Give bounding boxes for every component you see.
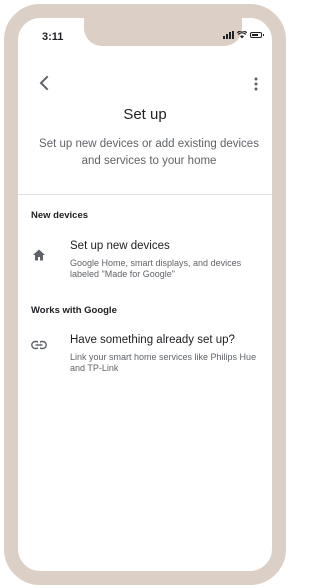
status-time: 3:11: [42, 31, 64, 43]
home-icon: [33, 249, 45, 261]
wifi-icon: [237, 31, 247, 39]
item-description: Link your smart home services like Phili…: [70, 352, 257, 373]
battery-icon: [250, 32, 264, 38]
back-arrow-icon[interactable]: [34, 73, 54, 93]
status-icons: [223, 31, 264, 39]
home-indicator: [104, 571, 202, 574]
signal-icon: [223, 31, 234, 39]
section-header-new-devices: New devices: [31, 210, 89, 221]
item-title: Set up new devices: [70, 240, 170, 252]
link-existing-services-item[interactable]: Have something already set up? Link your…: [18, 334, 272, 382]
more-vert-icon[interactable]: [248, 74, 264, 94]
setup-new-devices-item[interactable]: Set up new devices Google Home, smart di…: [18, 240, 272, 288]
page-subtitle: Set up new devices or add existing devic…: [39, 138, 259, 167]
notch: [84, 18, 242, 46]
item-description: Google Home, smart displays, and devices…: [70, 258, 242, 279]
page-title: Set up: [123, 106, 167, 123]
divider: [18, 194, 272, 195]
section-header-works-with-google: Works with Google: [31, 305, 117, 316]
item-title: Have something already set up?: [70, 334, 235, 346]
link-icon: [31, 340, 47, 350]
phone-frame: 3:11 Set up Set up new devices or add ex…: [4, 4, 286, 585]
